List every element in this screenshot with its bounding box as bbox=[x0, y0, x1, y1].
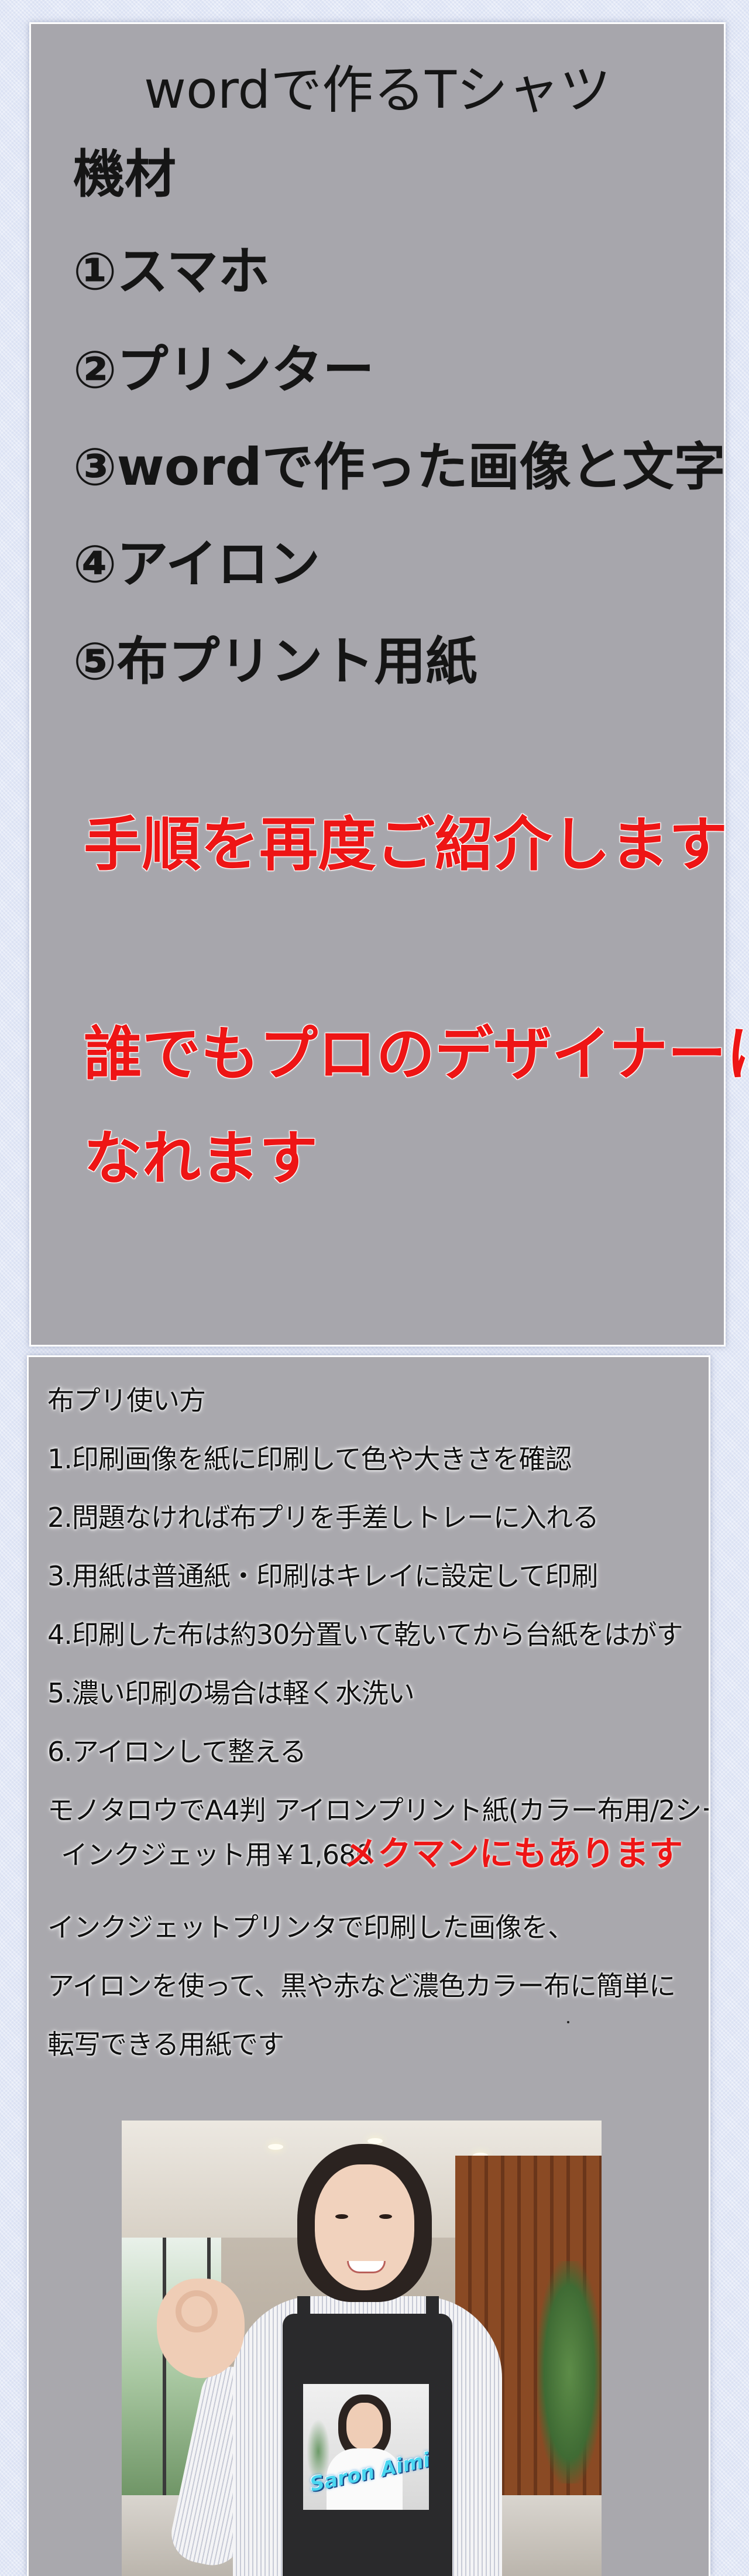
ok-gesture-ring bbox=[176, 2290, 218, 2332]
designer-red-text: 誰でもプロのデザイナーに bbox=[84, 1020, 749, 1088]
step-item: 6.アイロンして整える bbox=[47, 1736, 307, 1767]
apron-print-badge: Saron Aimi bbox=[303, 2384, 429, 2510]
material-item-iron: ④アイロン bbox=[73, 534, 321, 594]
photo-eye bbox=[379, 2214, 392, 2219]
photo-eye bbox=[335, 2214, 348, 2219]
apron-model-photo: Saron Aimi bbox=[122, 2121, 602, 2576]
page-title: wordで作るTシャツ bbox=[143, 60, 611, 120]
step-item: 2.問題なければ布プリを手差しトレーに入れる bbox=[47, 1502, 599, 1533]
material-item-cloth-paper: ⑤布プリント用紙 bbox=[73, 631, 477, 691]
ceiling-light bbox=[367, 2138, 383, 2144]
step-item: 5.濃い印刷の場合は軽く水洗い bbox=[47, 1677, 415, 1709]
material-item-smartphone: ①スマホ bbox=[73, 241, 270, 302]
badge-face bbox=[346, 2403, 383, 2450]
instructions-heading: 布プリ使い方 bbox=[47, 1385, 206, 1416]
step-item: 4.印刷した布は約30分置いて乾いてから台紙をはがす bbox=[47, 1619, 683, 1650]
description-line: インクジェットプリンタで印刷した画像を、 bbox=[47, 1912, 575, 1943]
mekuman-red-note: メクマンにもあります bbox=[343, 1834, 683, 1873]
materials-heading: 機材 bbox=[73, 144, 177, 204]
photo-plant bbox=[537, 2261, 602, 2483]
material-item-word-image: ③wordで作った画像と文字 bbox=[73, 437, 726, 497]
product-line: モノタロウでA4判 アイロンプリント紙(カラー布用/2シート) bbox=[47, 1794, 710, 1826]
price-line: インクジェット用￥1,680 bbox=[61, 1839, 373, 1871]
description-line: アイロンを使って、黒や赤など濃色カラー布に簡単に bbox=[47, 1970, 676, 2002]
step-item: 1.印刷画像を紙に印刷して色や大きさを確認 bbox=[47, 1443, 572, 1475]
ceiling-light bbox=[268, 2144, 283, 2150]
materials-panel: wordで作るTシャツ 機材 ①スマホ ②プリンター ③wordで作った画像と文… bbox=[29, 22, 749, 1347]
designer-red-text-2: なれます bbox=[84, 1124, 318, 1193]
stray-dot bbox=[567, 2021, 569, 2023]
step-item: 3.用紙は普通紙・印刷はキレイに設定して印刷 bbox=[47, 1560, 599, 1592]
instructions-panel: 布プリ使い方 1.印刷画像を紙に印刷して色や大きさを確認 2.問題なければ布プリ… bbox=[27, 1355, 710, 2576]
material-item-printer: ②プリンター bbox=[73, 340, 374, 400]
intro-red-text: 手順を再度ご紹介します bbox=[84, 810, 727, 879]
description-line: 転写できる用紙です bbox=[47, 2029, 284, 2060]
